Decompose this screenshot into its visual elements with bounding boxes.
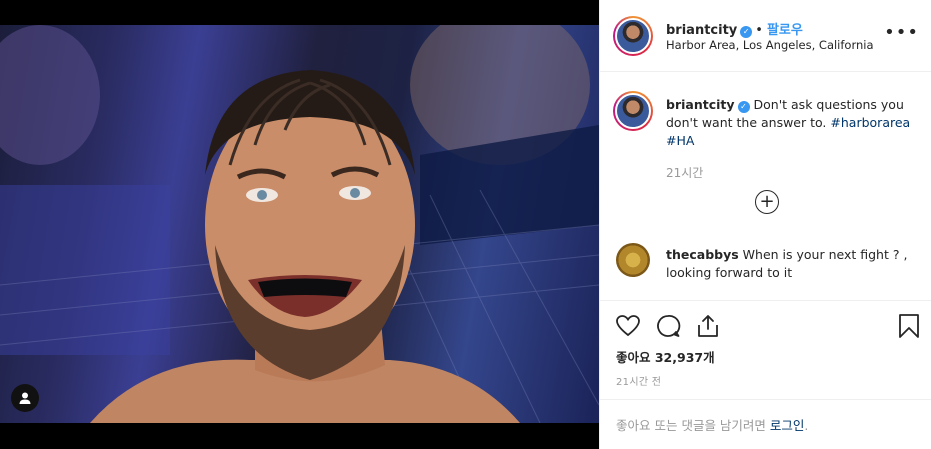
load-more-comments-icon[interactable]: + — [755, 190, 779, 214]
more-options-icon[interactable]: ••• — [884, 24, 919, 42]
verified-badge-icon: ✓ — [740, 26, 753, 38]
follow-button[interactable]: 팔로우 — [767, 23, 803, 38]
bookmark-icon[interactable] — [896, 313, 922, 339]
caption: briantcity ✓ Don't ask questions you don'… — [666, 96, 911, 150]
like-count[interactable]: 좋아요 32,937개 — [616, 347, 715, 366]
login-link[interactable]: 로그인 — [770, 418, 805, 433]
caption-avatar[interactable] — [613, 91, 653, 131]
login-prompt-text: 좋아요 또는 댓글을 남기려면 — [616, 418, 766, 433]
hashtag-link[interactable]: #harborarea — [830, 115, 910, 130]
tagged-users-button[interactable] — [11, 384, 39, 412]
author-avatar[interactable] — [613, 16, 653, 56]
post-photo[interactable] — [0, 25, 599, 423]
post-actions: 좋아요 32,937개 21시간 전 — [600, 300, 931, 405]
login-prompt: 좋아요 또는 댓글을 남기려면 로그인. — [616, 415, 808, 434]
comment: thecabbys When is your next fight ? , lo… — [666, 246, 911, 282]
login-trailing: . — [804, 418, 809, 433]
comment-icon[interactable] — [655, 313, 681, 339]
photo-illustration — [0, 25, 599, 423]
post-header: briantcity ✓ • 팔로우 Harbor Area, Los Angeles… — [600, 0, 931, 72]
post-location[interactable]: Harbor Area, Los Angeles, California — [666, 38, 874, 52]
author-line: briantcity ✓ • 팔로우 — [666, 19, 803, 38]
hashtag-link[interactable]: #HA — [666, 133, 694, 148]
photo-pane — [0, 0, 599, 449]
commenter-avatar[interactable] — [616, 243, 650, 277]
caption-time: 21시간 — [666, 166, 704, 180]
person-icon — [19, 392, 31, 404]
post-timestamp[interactable]: 21시간 전 — [616, 373, 661, 388]
share-icon[interactable] — [695, 313, 721, 339]
caption-username[interactable]: briantcity — [666, 97, 735, 112]
verified-badge-icon: ✓ — [737, 101, 750, 113]
author-username[interactable]: briantcity — [666, 23, 737, 38]
login-bar: 좋아요 또는 댓글을 남기려면 로그인. — [600, 399, 931, 449]
comment-username[interactable]: thecabbys — [666, 247, 739, 262]
separator-dot: • — [755, 23, 763, 38]
heart-icon[interactable] — [615, 313, 641, 339]
post-side-panel: briantcity ✓ • 팔로우 Harbor Area, Los Angeles… — [599, 0, 931, 449]
